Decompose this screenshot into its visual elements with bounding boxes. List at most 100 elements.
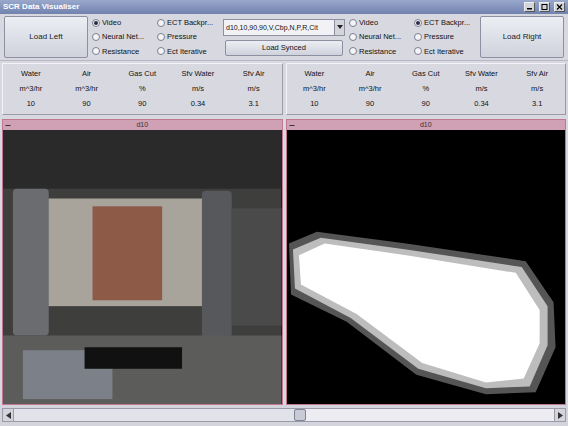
reading-name: Sfv Water	[170, 69, 226, 79]
reading-unit: %	[114, 84, 170, 94]
dropdown-arrow-icon	[337, 25, 343, 29]
reading-name: Air	[342, 69, 398, 79]
frame-title: d10	[136, 121, 148, 128]
radio-button[interactable]	[349, 47, 357, 55]
load-left-button[interactable]: Load Left	[4, 16, 88, 58]
view-option[interactable]: Ect Iterative	[414, 46, 476, 57]
close-icon	[556, 4, 563, 10]
reading-name: Sfv Air	[509, 69, 565, 79]
view-frame: d10	[286, 119, 567, 405]
scroll-right-button[interactable]	[554, 408, 566, 422]
view-option[interactable]: Resistance	[349, 46, 411, 57]
window-controls	[524, 2, 565, 12]
radio-button[interactable]	[157, 19, 165, 27]
maximize-icon	[541, 4, 548, 10]
view-option[interactable]: ECT Backpr...	[414, 17, 476, 28]
reading-name: Water	[287, 69, 343, 79]
ect-image	[287, 130, 566, 404]
minimize-icon	[5, 122, 11, 128]
reading-value: 0.34	[170, 99, 226, 109]
minimize-icon	[289, 122, 295, 128]
reading-value: 10	[287, 99, 343, 109]
radio-button[interactable]	[92, 47, 100, 55]
dataset-combo[interactable]: d10,10,90,90,V,Cbp,N,P,R,Cit	[223, 19, 345, 36]
radio-button[interactable]	[414, 47, 422, 55]
radio-button[interactable]	[349, 19, 357, 27]
reading-name: Sfv Water	[454, 69, 510, 79]
option-label: Ect Iterative	[167, 46, 207, 57]
option-label: Video	[102, 17, 121, 28]
option-label: Neural Net...	[359, 31, 401, 42]
reading-unit: %	[398, 84, 454, 94]
window-title: SCR Data Visualiser	[3, 0, 79, 14]
reading-value: 90	[342, 99, 398, 109]
view-option[interactable]: Neural Net...	[92, 31, 154, 42]
reading-value: 3.1	[509, 99, 565, 109]
frame-minimize-button[interactable]	[5, 121, 11, 131]
reading-name: Gas Cut	[398, 69, 454, 79]
readings-panel: WaterAirGas CutSfv WaterSfv Airm^3/hrm^3…	[2, 63, 283, 115]
frame-title: d10	[420, 121, 432, 128]
load-synced-button[interactable]: Load Synced	[225, 40, 343, 56]
frame-title-bar: d10	[3, 120, 282, 130]
dataset-value: d10,10,90,90,V,Cbp,N,P,R,Cit	[224, 20, 334, 35]
radio-button[interactable]	[414, 33, 422, 41]
left-arrow-icon	[6, 412, 11, 419]
frame-title-bar: d10	[287, 120, 566, 130]
view-option[interactable]: ECT Backpr...	[157, 17, 219, 28]
dropdown-button[interactable]	[334, 20, 344, 35]
slider-track[interactable]	[14, 408, 554, 422]
reading-unit: m/s	[454, 84, 510, 94]
view-option[interactable]: Neural Net...	[349, 31, 411, 42]
reading-name: Sfv Air	[226, 69, 282, 79]
radio-button[interactable]	[349, 33, 357, 41]
sync-controls: d10,10,90,90,V,Cbp,N,P,R,Cit Load Synced	[223, 19, 345, 56]
readings: WaterAirGas CutSfv WaterSfv Airm^3/hrm^3…	[0, 61, 568, 117]
view-option[interactable]: Pressure	[157, 31, 219, 42]
radio-button[interactable]	[157, 33, 165, 41]
reading-name: Air	[59, 69, 115, 79]
view-option[interactable]: Pressure	[414, 31, 476, 42]
slider-thumb[interactable]	[294, 409, 306, 421]
load-right-button[interactable]: Load Right	[480, 16, 564, 58]
maximize-button[interactable]	[539, 2, 550, 12]
reading-unit: m/s	[226, 84, 282, 94]
reading-unit: m/s	[170, 84, 226, 94]
option-label: Video	[359, 17, 378, 28]
option-label: ECT Backpr...	[167, 17, 213, 28]
view-option[interactable]: Ect Iterative	[157, 46, 219, 57]
option-label: Ect Iterative	[424, 46, 464, 57]
radio-button[interactable]	[92, 19, 100, 27]
video-frame	[3, 130, 282, 404]
radio-button[interactable]	[157, 47, 165, 55]
right-arrow-icon	[558, 412, 563, 419]
option-label: ECT Backpr...	[424, 17, 470, 28]
frame-minimize-button[interactable]	[289, 121, 295, 131]
reading-unit: m^3/hr	[3, 84, 59, 94]
reading-unit: m^3/hr	[287, 84, 343, 94]
option-label: Neural Net...	[102, 31, 144, 42]
timeline-slider[interactable]	[2, 408, 566, 422]
minimize-icon	[526, 4, 533, 10]
view-option[interactable]: Video	[92, 17, 154, 28]
option-label: Resistance	[359, 46, 396, 57]
close-button[interactable]	[554, 2, 565, 12]
reading-value: 0.34	[454, 99, 510, 109]
option-label: Resistance	[102, 46, 139, 57]
readings-panel: WaterAirGas CutSfv WaterSfv Air m^3/hrm^3…	[286, 63, 567, 115]
reading-value: 3.1	[226, 99, 282, 109]
reading-value: 90	[114, 99, 170, 109]
radio-button[interactable]	[414, 19, 422, 27]
view-option[interactable]: Video	[349, 17, 411, 28]
title-bar: SCR Data Visualiser	[0, 0, 568, 14]
reading-unit: m^3/hr	[342, 84, 398, 94]
toolbar: Load Left Video ECT Backpr... Neural Net...…	[0, 14, 568, 61]
right-view-options: Video ECT Backpr... Neural Net... Pressure R…	[349, 17, 476, 57]
scroll-left-button[interactable]	[2, 408, 14, 422]
minimize-button[interactable]	[524, 2, 535, 12]
reading-value: 90	[59, 99, 115, 109]
views: d10 d10	[0, 117, 568, 405]
view-option[interactable]: Resistance	[92, 46, 154, 57]
radio-button[interactable]	[92, 33, 100, 41]
option-label: Pressure	[167, 31, 197, 42]
